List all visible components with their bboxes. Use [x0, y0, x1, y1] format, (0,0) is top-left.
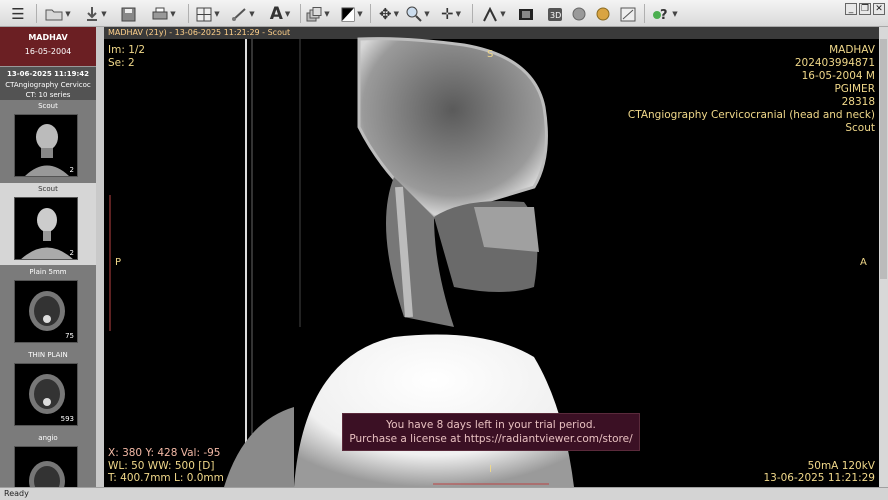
overlay-accession: 28318 — [841, 96, 875, 108]
menu-icon[interactable]: ☰ — [6, 2, 30, 26]
window-level-icon[interactable]: ▼ — [340, 2, 364, 26]
angle-icon[interactable]: ▼ — [480, 2, 508, 26]
3d-icon[interactable]: 3D — [544, 2, 566, 26]
orientation-right: A — [860, 257, 867, 268]
series-thumbnail: 2 — [14, 197, 78, 260]
image-viewport[interactable]: MADHAV (21y) - 13-06-2025 11:21:29 - Sco… — [104, 27, 879, 487]
rotate-icon[interactable] — [568, 2, 590, 26]
stack-icon[interactable]: ▼ — [306, 2, 330, 26]
overlay-patient-dob-sex: 16-05-2004 M — [801, 70, 875, 82]
study-header[interactable]: 13-06-2025 11:19:42 CTAngiography Cervic… — [0, 66, 96, 100]
text-annotation-icon[interactable]: A ▼ — [266, 2, 294, 26]
trial-notice-line2: Purchase a license at https://radiantvie… — [349, 433, 633, 445]
series-thumbnail: 75 — [14, 280, 78, 343]
status-bar: Ready — [0, 487, 888, 500]
pan-icon[interactable]: ✥ ▼ — [376, 2, 402, 26]
patient-header[interactable]: MADHAV 16-05-2004 — [0, 27, 96, 66]
series-thumbnail: 593 — [14, 363, 78, 426]
download-icon[interactable]: ▼ — [84, 2, 108, 26]
series-label: Plain 5mm — [29, 268, 67, 276]
series-item-selected[interactable]: Scout 2 — [0, 183, 96, 265]
close-button[interactable]: ✕ — [873, 3, 885, 15]
series-item[interactable]: angio — [0, 432, 96, 487]
crosshair-icon[interactable]: ✛ ▼ — [438, 2, 464, 26]
acquisition-datetime: 13-06-2025 11:21:29 — [763, 472, 875, 484]
series-index: Se: 2 — [108, 57, 135, 69]
compare-icon[interactable] — [616, 2, 640, 26]
thickness-location-readout: T: 400.7mm L: 0.0mm — [108, 472, 224, 484]
study-datetime: 13-06-2025 11:19:42 — [6, 70, 90, 78]
series-thumbnail — [14, 446, 78, 487]
series-image-count: 2 — [69, 166, 74, 174]
series-panel: MADHAV 16-05-2004 13-06-2025 11:19:42 CT… — [0, 27, 96, 487]
panel-splitter[interactable] — [96, 27, 104, 487]
series-image-count: 2 — [69, 249, 74, 257]
series-label: Scout — [38, 185, 58, 193]
patient-name: MADHAV — [28, 33, 68, 42]
series-label: THIN PLAIN — [28, 351, 68, 359]
main-toolbar: ☰ ▼ ▼ ▼ ▼ ▼ A ▼ ▼ ▼ ✥ ▼ ▼ ✛ ▼ ▼ 3D ? ▼ _… — [0, 0, 888, 27]
orientation-bottom: I — [489, 464, 492, 475]
svg-text:3D: 3D — [550, 11, 561, 20]
orientation-left: P — [115, 257, 122, 268]
status-text: Ready — [4, 489, 29, 498]
minimize-button[interactable]: _ — [845, 3, 857, 15]
series-label: Scout — [38, 102, 58, 110]
film-icon[interactable] — [514, 2, 538, 26]
overlay-patient-id: 202403994871 — [794, 57, 875, 69]
help-icon[interactable]: ? ▼ — [650, 2, 680, 26]
series-image-count: 75 — [65, 332, 74, 340]
zoom-icon[interactable]: ▼ — [404, 2, 432, 26]
fusion-icon[interactable] — [592, 2, 614, 26]
series-thumbnail: 2 — [14, 114, 78, 177]
restore-button[interactable]: ❐ — [859, 3, 871, 15]
orientation-top: S — [487, 49, 494, 60]
series-image-count: 593 — [60, 415, 74, 423]
overlay-series-description: Scout — [845, 122, 875, 134]
overlay-study-description: CTAngiography Cervicocranial (head and n… — [627, 109, 875, 121]
series-label: angio — [38, 434, 58, 442]
trial-notice[interactable]: You have 8 days left in your trial perio… — [342, 413, 640, 451]
study-description: CTAngiography Cervicoc — [5, 80, 91, 89]
trial-notice-line1: You have 8 days left in your trial perio… — [386, 419, 596, 431]
layout-grid-icon[interactable]: ▼ — [196, 2, 220, 26]
scrollbar-thumb[interactable] — [880, 39, 887, 279]
series-item[interactable]: Scout 2 — [0, 100, 96, 182]
patient-dob: 16-05-2004 — [24, 47, 72, 56]
viewport-scrollbar[interactable] — [879, 27, 888, 487]
svg-text:?: ? — [660, 8, 668, 22]
study-series-count: CT: 10 series — [25, 91, 71, 99]
overlay-institution: PGIMER — [834, 83, 875, 95]
open-folder-icon[interactable]: ▼ — [44, 2, 72, 26]
cursor-readout: X: 380 Y: 428 Val: -95 — [108, 447, 221, 459]
image-index: Im: 1/2 — [108, 44, 146, 56]
measure-icon[interactable]: ▼ — [230, 2, 256, 26]
series-item[interactable]: THIN PLAIN 593 — [0, 349, 96, 431]
save-icon[interactable] — [118, 2, 138, 26]
print-icon[interactable]: ▼ — [152, 2, 176, 26]
overlay-patient-name: MADHAV — [829, 44, 875, 56]
series-item[interactable]: Plain 5mm 75 — [0, 266, 96, 348]
